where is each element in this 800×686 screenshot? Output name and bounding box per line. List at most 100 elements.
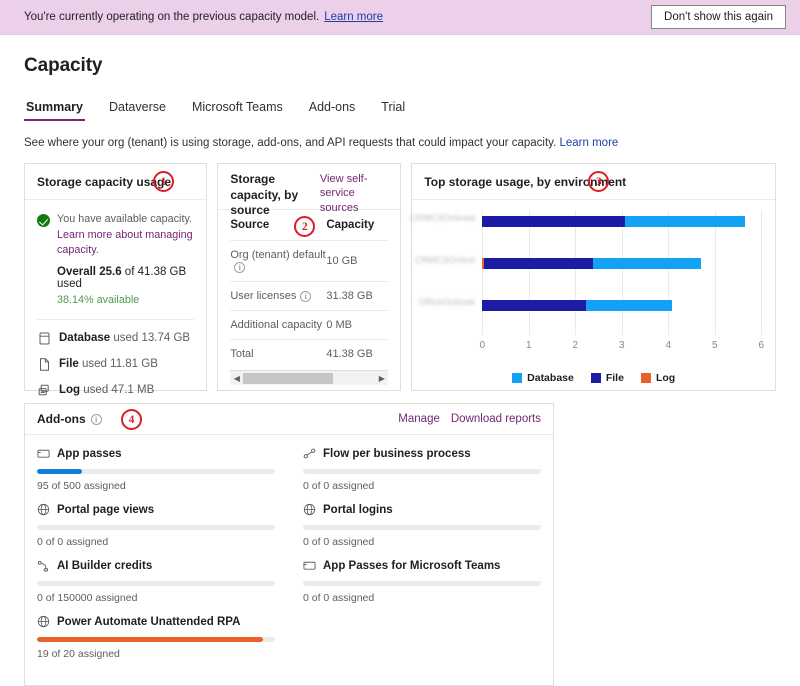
- chart-bar-segment-database[interactable]: [624, 216, 746, 227]
- scroll-left-arrow-icon[interactable]: ◀: [230, 374, 243, 383]
- by-source-horizontal-scrollbar[interactable]: ◀ ▶: [230, 370, 389, 385]
- addon-name: Flow per business process: [323, 447, 471, 460]
- app-passes-icon: [303, 559, 316, 572]
- dont-show-again-button[interactable]: Don't show this again: [651, 4, 786, 30]
- cell-capacity-1: 31.38 GB: [326, 281, 389, 311]
- legend-swatch-icon: [512, 373, 523, 383]
- cell-capacity-3: 41.38 GB: [326, 348, 373, 360]
- summary-cards-row: Storage capacity usage 1 You have availa…: [24, 163, 776, 396]
- by-source-table-body: Org (tenant) defaulti 10 GB User license…: [230, 240, 389, 369]
- addon-header: Power Automate Unattended RPA: [37, 615, 275, 628]
- addon-progress-bar: [37, 581, 275, 586]
- page-subtitle-text: See where your org (tenant) is using sto…: [24, 137, 557, 149]
- ai-builder-icon: [37, 559, 50, 572]
- chart-bar-segment-database[interactable]: [586, 300, 672, 311]
- chart-gridline: [575, 210, 577, 335]
- chart-gridline: [761, 210, 763, 335]
- usage-row-log: Log used 47.1 MB: [37, 384, 194, 397]
- addon-name: Power Automate Unattended RPA: [57, 615, 241, 628]
- table-row: Total 41.38 GB: [230, 340, 388, 369]
- by-source-card-body: 2 Source Capacity Org (tenant) defaulti …: [218, 210, 400, 385]
- manage-link[interactable]: Manage: [398, 413, 440, 425]
- info-icon[interactable]: i: [90, 413, 102, 425]
- scroll-thumb[interactable]: [243, 372, 334, 384]
- chart-bar-segment-file[interactable]: [484, 258, 593, 269]
- chart-bar-row[interactable]: CRMC3Onlined: [410, 213, 761, 227]
- addon-progress-bar: [37, 637, 275, 642]
- addon-item: Portal logins 0 of 0 assigned: [303, 503, 541, 548]
- addon-item: AI Builder credits 0 of 150000 assigned: [37, 559, 275, 604]
- addon-item: App passes 95 of 500 assigned: [37, 447, 275, 492]
- addon-header: App Passes for Microsoft Teams: [303, 559, 541, 572]
- page-title: Capacity: [24, 55, 103, 76]
- legend-label: Log: [655, 372, 676, 384]
- flow-icon: [303, 447, 316, 460]
- chart-bar-segment-database[interactable]: [592, 258, 701, 269]
- chart-bar-segment-file[interactable]: [482, 300, 587, 311]
- addon-item: Portal page views 0 of 0 assigned: [37, 503, 275, 548]
- storage-usage-divider: [37, 318, 195, 320]
- legend-item-log[interactable]: Log: [640, 372, 676, 384]
- cell-source-3: Total: [230, 348, 254, 360]
- storage-usage-title: Storage capacity usage: [37, 174, 172, 189]
- legend-item-file[interactable]: File: [590, 372, 624, 384]
- download-reports-link[interactable]: Download reports: [451, 413, 541, 425]
- chart-x-tick: 3: [619, 340, 625, 351]
- info-icon[interactable]: i: [300, 290, 312, 302]
- chart-category-label: CRMC3Online: [415, 255, 476, 265]
- usage-row-file: File used 11.81 GB: [37, 358, 194, 371]
- page-subtitle: See where your org (tenant) is using sto…: [24, 137, 776, 149]
- source-text-0: Org (tenant) default: [230, 249, 326, 261]
- addon-assigned-text: 0 of 0 assigned: [37, 536, 109, 548]
- chart-x-tick: 5: [712, 340, 718, 351]
- cell-source-1: User licenses i: [230, 281, 327, 311]
- addon-header: Flow per business process: [303, 447, 541, 460]
- tab-summary[interactable]: Summary: [24, 100, 85, 121]
- chart-x-tick: 6: [758, 340, 765, 351]
- scroll-right-arrow-icon[interactable]: ▶: [375, 374, 388, 383]
- chart-bars-container: CRMC3Onlined CRMC3Online OfficeOutlook: [410, 210, 763, 335]
- tab-dataverse[interactable]: Dataverse: [107, 100, 168, 121]
- marker-1: 1: [153, 171, 174, 192]
- cell-source-0: Org (tenant) defaulti: [230, 240, 327, 282]
- availability-status: You have available capacity. Learn more …: [37, 212, 194, 259]
- addon-assigned-text: 95 of 500 assigned: [37, 480, 126, 492]
- chart-bar-segment-file[interactable]: [482, 216, 625, 227]
- addon-assigned-text: 19 of 20 assigned: [37, 648, 120, 660]
- tab-trial[interactable]: Trial: [379, 100, 407, 121]
- banner-learn-more-link[interactable]: Learn more: [324, 11, 383, 23]
- legend-item-database[interactable]: Database: [512, 372, 574, 384]
- addon-name: App passes: [57, 447, 122, 460]
- chart-gridline: [528, 210, 530, 335]
- database-icon: [37, 332, 51, 345]
- file-icon: [37, 358, 51, 371]
- overall-usage: Overall 25.6 of 41.38 GB used: [37, 266, 194, 290]
- usage-db-detail: used 13.74 GB: [113, 332, 191, 345]
- usage-log-detail: used 47.1 MB: [83, 384, 155, 397]
- view-self-service-sources-link[interactable]: View self-service sources: [320, 172, 388, 215]
- storage-capacity-usage-card: Storage capacity usage 1 You have availa…: [24, 163, 208, 396]
- chart-card-header: Top storage usage, by environment 3: [412, 164, 775, 200]
- addon-progress-bar: [303, 469, 541, 474]
- tab-bar: Summary Dataverse Microsoft Teams Add-on…: [24, 100, 776, 121]
- managing-capacity-link[interactable]: Learn more about managing capacity.: [57, 229, 193, 257]
- cell-capacity-0: 10 GB: [326, 240, 389, 282]
- chart-bar-row[interactable]: CRMC3Online: [415, 255, 761, 269]
- addon-header: App passes: [37, 447, 275, 460]
- tab-microsoft-teams[interactable]: Microsoft Teams: [190, 100, 285, 121]
- subtitle-learn-more-link[interactable]: Learn more: [559, 137, 618, 149]
- chart-bar-row[interactable]: OfficeOutlook: [418, 297, 761, 311]
- addon-item: Flow per business process 0 of 0 assigned: [303, 447, 541, 492]
- table-row: User licenses i 31.38 GB: [230, 281, 389, 311]
- tab-add-ons[interactable]: Add-ons: [307, 100, 358, 121]
- addon-item: Power Automate Unattended RPA 19 of 20 as…: [37, 615, 275, 660]
- by-source-card-header: Storage capacity, by source View self-se…: [218, 164, 401, 217]
- scroll-track[interactable]: [243, 372, 375, 384]
- page-content: Capacity Summary Dataverse Microsoft Tea…: [0, 55, 800, 686]
- cell-source-2: Additional capacity: [230, 310, 327, 340]
- usage-file-text: File used 11.81 GB: [59, 358, 158, 370]
- addon-progress-fill: [37, 469, 83, 474]
- addons-title: Add-ons: [37, 412, 86, 426]
- info-icon[interactable]: i: [234, 261, 246, 273]
- addon-name: AI Builder credits: [57, 559, 153, 572]
